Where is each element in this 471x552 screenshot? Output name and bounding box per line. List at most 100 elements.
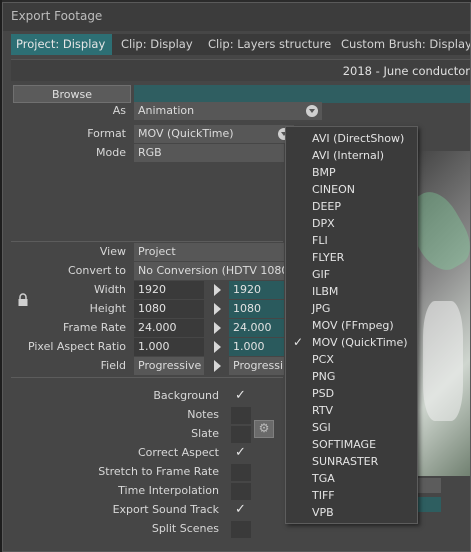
menu-item-label: TIFF xyxy=(312,489,335,502)
menu-item[interactable]: DEEP xyxy=(286,200,417,217)
play-arrow-icon[interactable] xyxy=(206,300,228,318)
browse-button[interactable]: Browse xyxy=(13,85,131,103)
tab-clip-layers-structure[interactable]: Clip: Layers structure xyxy=(208,34,331,55)
menu-item-label: MOV (FFmpeg) xyxy=(312,319,394,332)
menu-item[interactable]: PCX xyxy=(286,353,417,370)
menu-item[interactable]: AVI (DirectShow) xyxy=(286,132,417,149)
chevron-down-icon xyxy=(306,105,318,117)
menu-item[interactable]: ILBM xyxy=(286,285,417,302)
height-label: Height xyxy=(89,302,126,315)
menu-item-label: SOFTIMAGE xyxy=(312,438,377,451)
path-field[interactable] xyxy=(134,85,470,103)
menu-item-label: CINEON xyxy=(312,183,355,196)
menu-item-label: DPX xyxy=(312,217,335,230)
divider xyxy=(11,241,283,242)
menu-item[interactable]: ✓ MOV (QuickTime) xyxy=(286,335,417,353)
preview-control[interactable] xyxy=(416,478,441,493)
menu-item[interactable]: DPX xyxy=(286,217,417,234)
option-label: Stretch to Frame Rate xyxy=(98,465,219,478)
project-name: 2018 - June conductor xyxy=(342,64,470,78)
menu-item-label: PSD xyxy=(312,387,335,400)
as-label: As xyxy=(112,104,126,117)
as-value: Animation xyxy=(138,104,195,117)
menu-item[interactable]: GIF xyxy=(286,268,417,285)
divider xyxy=(11,377,283,378)
check-icon[interactable]: ✓ xyxy=(235,388,246,403)
convert-to-label: Convert to xyxy=(67,264,126,277)
menu-item-label: ILBM xyxy=(312,285,339,298)
frame-rate-target-field[interactable]: 24.000 xyxy=(229,319,284,337)
option-label: Split Scenes xyxy=(151,522,219,535)
as-dropdown[interactable]: Animation xyxy=(134,102,322,120)
play-arrow-icon[interactable] xyxy=(206,338,228,356)
menu-item-label: BMP xyxy=(312,166,336,179)
option-checkbox[interactable] xyxy=(231,483,251,500)
export-footage-dialog: Export Footage Project: Display Clip: Di… xyxy=(2,2,471,552)
play-arrow-icon[interactable] xyxy=(206,319,228,337)
option-checkbox[interactable] xyxy=(231,407,251,424)
play-arrow-icon[interactable] xyxy=(206,281,228,299)
menu-item[interactable]: VPB xyxy=(286,506,417,523)
view-value: Project xyxy=(138,245,176,258)
dialog-title: Export Footage xyxy=(3,3,470,31)
menu-item[interactable]: FLYER xyxy=(286,251,417,268)
field-source-dropdown[interactable]: Progressive xyxy=(134,357,204,375)
slate-settings-icon[interactable]: ⚙ xyxy=(254,420,274,438)
field-target-dropdown[interactable]: Progressi xyxy=(229,357,284,375)
option-label: Notes xyxy=(187,408,219,421)
option-checkbox[interactable] xyxy=(231,426,251,443)
convert-to-dropdown[interactable]: No Conversion (HDTV 1080 xyxy=(134,262,284,280)
frame-rate-source-field[interactable]: 24.000 xyxy=(134,319,204,337)
view-dropdown[interactable]: Project xyxy=(134,243,284,261)
pixel-aspect-source-field[interactable]: 1.000 xyxy=(134,338,204,356)
menu-item[interactable]: TGA xyxy=(286,472,417,489)
project-bar: 2018 - June conductor xyxy=(11,59,470,81)
width-target-field[interactable]: 1920 xyxy=(229,281,284,299)
menu-item-label: SGI xyxy=(312,421,331,434)
menu-item[interactable]: TIFF xyxy=(286,489,417,506)
menu-item-label: PNG xyxy=(312,370,336,383)
preview-control[interactable] xyxy=(416,497,441,512)
mode-dropdown[interactable]: RGB xyxy=(134,144,284,162)
menu-item[interactable]: PNG xyxy=(286,370,417,387)
tab-clip-display[interactable]: Clip: Display xyxy=(121,34,193,55)
tab-bar: Project: Display Clip: Display Clip: Lay… xyxy=(11,34,470,55)
menu-item[interactable]: SGI xyxy=(286,421,417,438)
check-icon[interactable]: ✓ xyxy=(235,502,246,517)
option-checkbox[interactable] xyxy=(231,464,251,481)
menu-item-label: MOV (QuickTime) xyxy=(312,336,408,349)
menu-item[interactable]: FLI xyxy=(286,234,417,251)
height-source-field[interactable]: 1080 xyxy=(134,300,204,318)
option-checkbox[interactable] xyxy=(231,521,251,538)
menu-item-label: FLI xyxy=(312,234,328,247)
menu-item[interactable]: RTV xyxy=(286,404,417,421)
check-icon[interactable]: ✓ xyxy=(235,445,246,460)
menu-item[interactable]: MOV (FFmpeg) xyxy=(286,319,417,336)
width-label: Width xyxy=(94,283,126,296)
convert-to-value: No Conversion (HDTV 1080 xyxy=(138,264,284,277)
pixel-aspect-target-field[interactable]: 1.000 xyxy=(229,338,284,356)
menu-item-label: DEEP xyxy=(312,200,342,213)
play-arrow-icon[interactable] xyxy=(206,357,228,375)
menu-item-label: VPB xyxy=(312,506,334,519)
option-label: Time Interpolation xyxy=(118,484,219,497)
format-label: Format xyxy=(87,127,126,140)
menu-item-label: SUNRASTER xyxy=(312,455,379,468)
width-source-field[interactable]: 1920 xyxy=(134,281,204,299)
view-label: View xyxy=(99,245,126,258)
format-dropdown[interactable]: MOV (QuickTime) xyxy=(134,125,294,143)
menu-item-label: GIF xyxy=(312,268,331,281)
menu-item[interactable]: JPG xyxy=(286,302,417,319)
option-label: Correct Aspect xyxy=(137,446,219,459)
height-target-field[interactable]: 1080 xyxy=(229,300,284,318)
menu-item[interactable]: BMP xyxy=(286,166,417,183)
menu-item[interactable]: CINEON xyxy=(286,183,417,200)
menu-item[interactable]: SUNRASTER xyxy=(286,455,417,472)
tab-project-display[interactable]: Project: Display xyxy=(11,34,112,55)
menu-item[interactable]: SOFTIMAGE xyxy=(286,438,417,455)
format-value: MOV (QuickTime) xyxy=(138,127,234,140)
menu-item[interactable]: PSD xyxy=(286,387,417,404)
menu-item[interactable]: AVI (Internal) xyxy=(286,149,417,166)
tab-custom-brush-display[interactable]: Custom Brush: Display xyxy=(341,34,470,55)
option-label: Background xyxy=(153,389,219,402)
